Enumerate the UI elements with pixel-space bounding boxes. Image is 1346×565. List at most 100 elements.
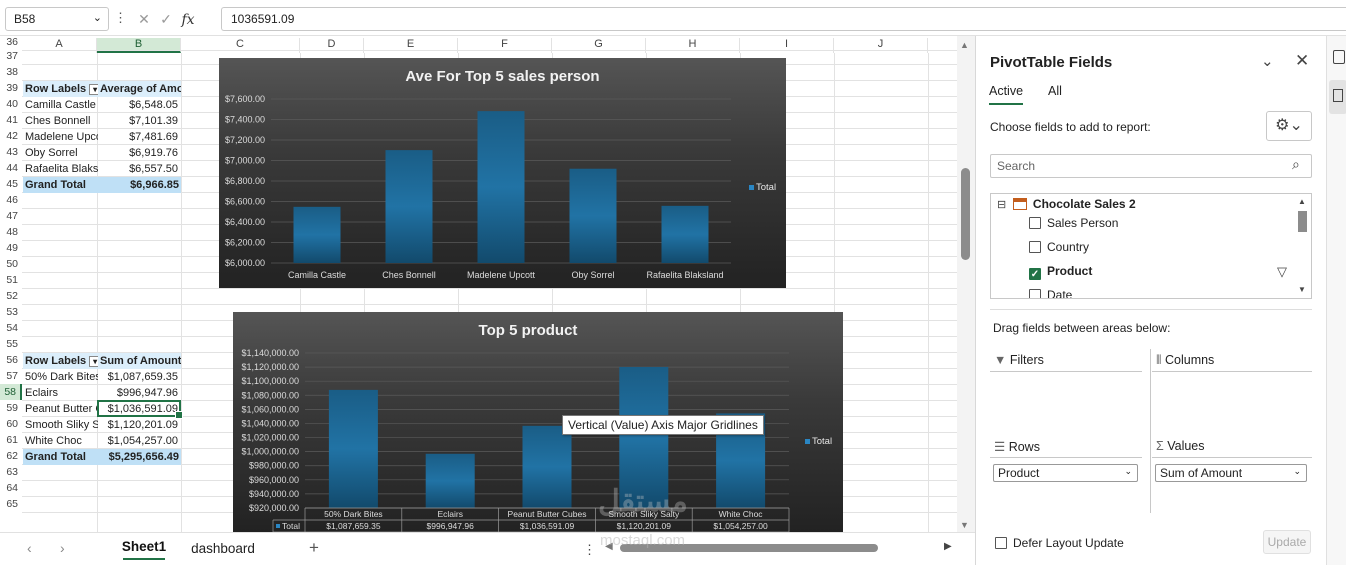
filter-icon[interactable]: ▽ <box>1277 264 1287 280</box>
row-header-61[interactable]: 61 <box>0 432 22 448</box>
pivot-row-value[interactable]: $1,054,257.00 <box>98 433 180 449</box>
chevron-down-icon[interactable]: ⌄ <box>1293 466 1301 477</box>
row-header-57[interactable]: 57 <box>0 368 22 384</box>
cancel-icon[interactable]: ✕ <box>133 7 155 31</box>
grand-total-value[interactable]: $5,295,656.49 <box>98 449 181 465</box>
field-list[interactable]: ⊟ Chocolate Sales 2 Sales Person Country… <box>990 193 1312 299</box>
row-header-41[interactable]: 41 <box>0 112 22 128</box>
row-header-50[interactable]: 50 <box>0 256 22 272</box>
tab-dashboard[interactable]: dashboard <box>178 532 268 562</box>
columns-area[interactable]: ⦀ Columns <box>1152 349 1312 431</box>
row-header-42[interactable]: 42 <box>0 128 22 144</box>
row-header-52[interactable]: 52 <box>0 288 22 304</box>
pivot-row-label[interactable]: Eclairs <box>23 385 98 401</box>
bar-3[interactable] <box>477 111 525 263</box>
chevron-down-icon[interactable]: ⌄ <box>93 11 102 24</box>
pivot-row-label[interactable]: Peanut Butter C <box>23 401 98 417</box>
row-header-49[interactable]: 49 <box>0 240 22 256</box>
row-header-38[interactable]: 38 <box>0 64 22 80</box>
pivot-row-label[interactable]: White Choc <box>23 433 98 449</box>
row-header-63[interactable]: 63 <box>0 464 22 480</box>
prev-sheet-icon[interactable]: ‹ <box>27 540 32 556</box>
row-header-46[interactable]: 46 <box>0 192 22 208</box>
bar-5[interactable] <box>661 205 709 263</box>
close-icon[interactable]: ✕ <box>1295 51 1309 71</box>
pivot-row-label[interactable]: 50% Dark Bites <box>23 369 98 385</box>
selected-cell[interactable] <box>97 400 183 419</box>
pivot-row-value[interactable]: $1,120,201.09 <box>98 417 180 433</box>
pivot-value-header[interactable]: Sum of Amount <box>98 353 181 369</box>
pivot-row-value[interactable]: $6,919.76 <box>98 145 180 161</box>
pivot-row-labels-header[interactable]: Row Labels ▾ <box>23 81 98 97</box>
pivot-row-label[interactable]: Madelene Upco <box>23 129 98 145</box>
pivot-row-label[interactable]: Smooth Sliky Sa <box>23 417 98 433</box>
filter-dropdown-icon[interactable]: ▾ <box>89 83 98 95</box>
grand-total-value[interactable]: $6,966.85 <box>98 177 181 193</box>
grand-total-label[interactable]: Grand Total <box>23 177 98 193</box>
drop-zone[interactable] <box>990 371 1142 431</box>
pivot-value-header[interactable]: Average of Amount <box>98 81 181 97</box>
add-sheet-button[interactable]: + <box>309 538 319 558</box>
tab-active[interactable]: Active <box>989 84 1024 105</box>
rows-area[interactable]: ☰ Rows Product ⌄ <box>990 435 1142 517</box>
scroll-down-icon[interactable]: ▼ <box>960 520 969 530</box>
more-options-icon[interactable]: ⋮ <box>114 10 127 26</box>
values-area[interactable]: Σ Values Sum of Amount ⌄ <box>1152 435 1312 517</box>
search-icon[interactable]: ⌕ <box>1292 156 1300 173</box>
pivot-row-label[interactable]: Rafaelita Blaks <box>23 161 98 177</box>
bar-2[interactable] <box>425 453 475 508</box>
row-header-51[interactable]: 51 <box>0 272 22 288</box>
bar-3[interactable] <box>522 425 572 508</box>
checkbox[interactable] <box>1029 217 1041 229</box>
bar-1[interactable] <box>328 389 378 508</box>
row-header-59[interactable]: 59 <box>0 400 22 416</box>
values-field-pill[interactable]: Sum of Amount ⌄ <box>1155 464 1307 482</box>
row-header-54[interactable]: 54 <box>0 320 22 336</box>
filter-dropdown-icon[interactable]: ▾ <box>89 355 98 367</box>
row-header-40[interactable]: 40 <box>0 96 22 112</box>
vertical-scrollbar[interactable] <box>957 36 975 532</box>
list-scroll-up-icon[interactable]: ▲ <box>1298 197 1306 206</box>
more-options-icon[interactable]: ⋮ <box>583 542 596 558</box>
table-node[interactable]: ⊟ Chocolate Sales 2 <box>997 197 1136 211</box>
chevron-down-icon[interactable]: ⌄ <box>1124 466 1132 477</box>
pivot-row-value[interactable]: $7,101.39 <box>98 113 180 129</box>
defer-update-checkbox[interactable]: Defer Layout Update <box>995 536 1124 550</box>
tab-all[interactable]: All <box>1048 84 1062 98</box>
checkbox[interactable] <box>1029 289 1041 298</box>
checkbox-checked-icon[interactable]: ✓ <box>1029 268 1041 280</box>
pivot-row-labels-header[interactable]: Row Labels ▾ <box>23 353 98 369</box>
name-box[interactable]: B58 ⌄ <box>5 7 109 31</box>
bar-1[interactable] <box>293 206 341 263</box>
bar-4[interactable] <box>569 168 617 263</box>
pivot-row-label[interactable]: Camilla Castle <box>23 97 98 113</box>
list-scroll-down-icon[interactable]: ▼ <box>1298 285 1306 294</box>
pivot-panel-button[interactable] <box>1329 80 1346 114</box>
drop-zone[interactable]: Sum of Amount ⌄ <box>1152 457 1312 517</box>
filters-area[interactable]: ▼ Filters <box>990 349 1142 431</box>
vertical-scroll-thumb[interactable] <box>961 168 970 260</box>
next-sheet-icon[interactable]: › <box>60 540 65 556</box>
pivot-row-value[interactable]: $1,087,659.35 <box>98 369 180 385</box>
bar-2[interactable] <box>385 150 433 263</box>
grand-total-label[interactable]: Grand Total <box>23 449 98 465</box>
field-country[interactable]: Country <box>1029 240 1089 254</box>
insert-function-icon[interactable]: fx <box>177 8 199 32</box>
field-sales-person[interactable]: Sales Person <box>1029 216 1118 230</box>
tab-sheet1[interactable]: Sheet1 <box>113 532 175 562</box>
gear-icon[interactable]: ⚙⌄ <box>1266 111 1312 141</box>
field-search-input[interactable]: Search <box>990 154 1312 178</box>
checkbox[interactable] <box>1029 241 1041 253</box>
chevron-down-icon[interactable]: ⌄ <box>1261 52 1274 70</box>
formula-input[interactable]: 1036591.09 <box>221 7 1346 31</box>
check-icon[interactable]: ✓ <box>155 7 177 31</box>
drop-zone[interactable]: Product ⌄ <box>990 457 1142 517</box>
row-header-43[interactable]: 43 <box>0 144 22 160</box>
checkbox[interactable] <box>995 537 1007 549</box>
field-product[interactable]: ✓ Product <box>1029 264 1092 280</box>
pivot-row-label[interactable]: Oby Sorrel <box>23 145 98 161</box>
sales-person-chart[interactable]: Ave For Top 5 sales person $6,000.00 $6,2… <box>219 58 786 288</box>
field-list-scroll-thumb[interactable] <box>1298 211 1307 232</box>
drop-zone[interactable] <box>1152 371 1312 431</box>
row-header-58[interactable]: 58 <box>0 384 22 400</box>
